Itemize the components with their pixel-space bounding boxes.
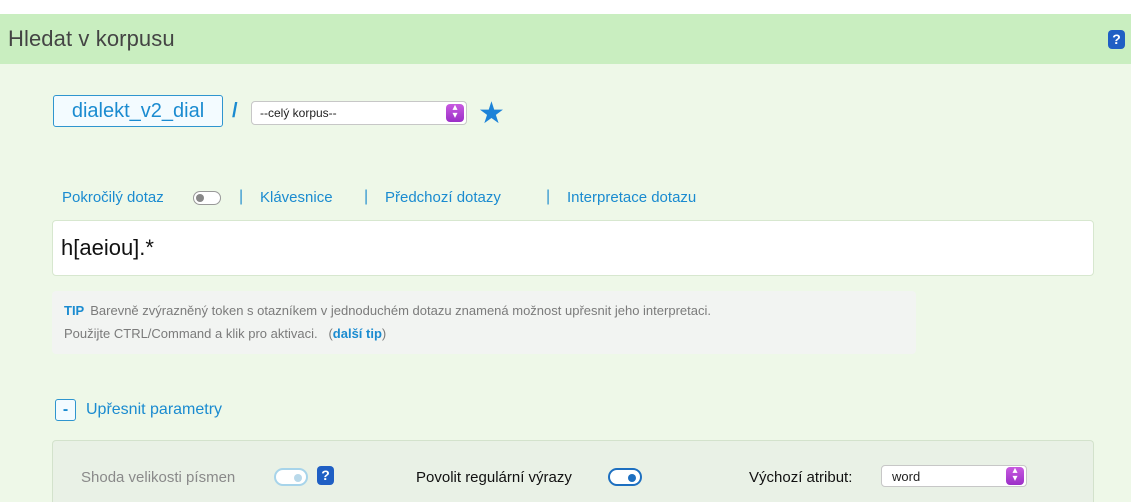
next-tip-link[interactable]: další tip (333, 326, 382, 341)
subcorpus-select[interactable]: --celý korpus-- ▴ ▾ (251, 101, 467, 125)
case-sensitivity-toggle[interactable] (274, 468, 308, 486)
tip-text: Barevně zvýrazněný token s otazníkem v j… (90, 303, 711, 318)
link-separator: | (239, 188, 244, 205)
query-input-value[interactable]: h[aeiou].* (61, 235, 154, 261)
toggle-knob (196, 194, 204, 202)
query-input[interactable]: h[aeiou].* (52, 220, 1094, 276)
params-panel: Shoda velikosti písmen ? Povolit regulár… (52, 440, 1094, 502)
default-attribute-select[interactable]: word ▴ ▾ (881, 465, 1027, 487)
tip-paren-close: ) (381, 326, 387, 341)
keyboard-link[interactable]: Klávesnice (260, 189, 333, 206)
query-interpretation-link[interactable]: Interpretace dotazu (567, 189, 696, 206)
default-attribute-value: word (892, 469, 921, 484)
select-arrows-icon: ▴ ▾ (1006, 466, 1024, 485)
page-title: Hledat v korpusu (8, 26, 175, 51)
corpus-separator: / (232, 100, 238, 122)
tip-label: TIP (64, 303, 85, 318)
advanced-query-link[interactable]: Pokročilý dotaz (62, 189, 164, 206)
star-icon[interactable]: ★ (478, 99, 505, 129)
toggle-knob (628, 474, 636, 482)
link-separator: | (364, 188, 369, 205)
collapse-params-button[interactable]: - (55, 399, 76, 421)
regex-toggle[interactable] (608, 468, 642, 486)
link-separator: | (546, 188, 551, 205)
case-sensitivity-label: Shoda velikosti písmen (81, 469, 236, 486)
case-help-icon[interactable]: ? (317, 466, 334, 485)
subcorpus-selected-value: --celý korpus-- (260, 106, 337, 120)
advanced-query-toggle[interactable] (193, 191, 221, 205)
select-arrows-icon: ▴ ▾ (446, 103, 464, 122)
corpus-select-button[interactable]: dialekt_v2_dial (53, 95, 223, 127)
tip-text-2: Použijte CTRL/Command a klik pro aktivac… (64, 326, 318, 341)
refine-params-link[interactable]: Upřesnit parametry (86, 401, 222, 419)
regex-label: Povolit regulární výrazy (416, 469, 572, 486)
tip-line-2: Použijte CTRL/Command a klik pro aktivac… (64, 326, 386, 341)
toggle-knob (294, 474, 302, 482)
default-attribute-label: Výchozí atribut: (749, 469, 853, 486)
help-icon[interactable]: ? (1108, 30, 1125, 49)
tip-line-1: TIP Barevně zvýrazněný token s otazníkem … (64, 303, 711, 318)
previous-queries-link[interactable]: Předchozí dotazy (385, 189, 501, 206)
tip-box: TIP Barevně zvýrazněný token s otazníkem … (52, 291, 916, 354)
